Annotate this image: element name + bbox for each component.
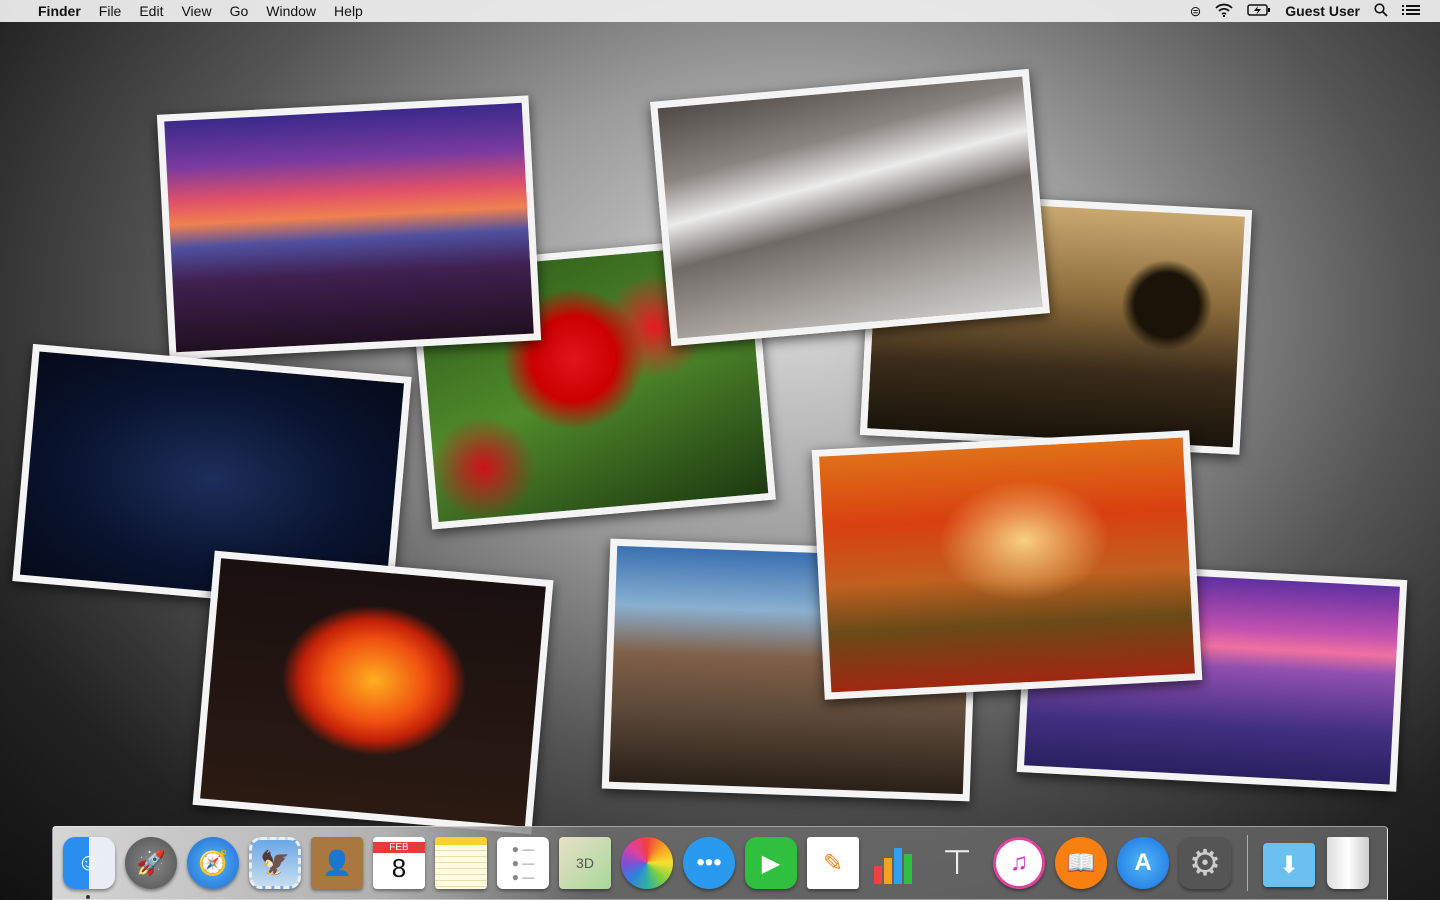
creative-cloud-icon[interactable]: ⊜ xyxy=(1190,3,1202,20)
dock-itunes[interactable]: ♫ xyxy=(993,837,1045,889)
dock-maps[interactable]: 3D xyxy=(559,837,611,889)
dock-mail[interactable]: 🦅 xyxy=(249,837,301,889)
video-camera-icon: ▶ xyxy=(761,849,781,877)
finder-face-icon: ☺ xyxy=(76,849,102,876)
dock: ☺ 🚀 🧭 🦅 👤 FEB 8 ● — ● — ● — 3D ••• ▶ ✎ ⊤ ♫… xyxy=(52,826,1388,900)
chat-bubble-icon: ••• xyxy=(696,849,722,876)
dock-finder[interactable]: ☺ xyxy=(63,837,115,889)
calendar-day: 8 xyxy=(391,853,407,883)
music-note-icon: ♫ xyxy=(1010,849,1028,876)
menu-go[interactable]: Go xyxy=(230,3,249,19)
menu-file[interactable]: File xyxy=(99,3,122,19)
dock-downloads-folder[interactable]: ⬇ xyxy=(1263,843,1315,887)
dock-messages[interactable]: ••• xyxy=(683,837,735,889)
dock-calendar[interactable]: FEB 8 xyxy=(373,837,425,889)
dock-facetime[interactable]: ▶ xyxy=(745,837,797,889)
photo-autumn-forest xyxy=(811,430,1203,700)
gear-icon: ⚙ xyxy=(1188,842,1222,883)
dock-reminders[interactable]: ● — ● — ● — xyxy=(497,837,549,889)
dock-contacts[interactable]: 👤 xyxy=(311,837,363,889)
dock-launchpad[interactable]: 🚀 xyxy=(125,837,177,889)
list-icon: ● — ● — ● — xyxy=(511,842,535,884)
menu-bar: Finder File Edit View Go Window Help ⊜ G… xyxy=(0,0,1440,22)
notification-center-icon[interactable] xyxy=(1402,3,1420,19)
user-menu[interactable]: Guest User xyxy=(1285,3,1360,19)
dock-notes[interactable] xyxy=(435,837,487,889)
dock-safari[interactable]: 🧭 xyxy=(187,837,239,889)
dock-photos[interactable] xyxy=(621,837,673,889)
bar-chart-icon xyxy=(874,848,912,884)
battery-charging-icon[interactable] xyxy=(1247,3,1271,19)
pen-icon: ✎ xyxy=(822,849,844,877)
mail-stamp-icon: 🦅 xyxy=(260,849,290,877)
dock-app-store[interactable]: A xyxy=(1117,837,1169,889)
wifi-icon[interactable] xyxy=(1215,3,1233,20)
contacts-icon: 👤 xyxy=(322,849,352,877)
photo-leaping-fish-wave xyxy=(650,68,1050,347)
podium-icon: ⊤ xyxy=(942,844,972,882)
compass-icon: 🧭 xyxy=(198,849,228,877)
dock-trash[interactable] xyxy=(1327,837,1369,889)
download-arrow-icon: ⬇ xyxy=(1278,851,1300,879)
calendar-month: FEB xyxy=(373,842,425,853)
app-store-a-icon: A xyxy=(1134,849,1152,876)
dock-separator xyxy=(1247,835,1248,891)
dock-system-preferences[interactable]: ⚙ xyxy=(1179,837,1231,889)
running-indicator xyxy=(86,895,90,899)
menu-help[interactable]: Help xyxy=(334,3,363,19)
map-icon: 3D xyxy=(576,855,594,871)
dock-numbers[interactable] xyxy=(869,837,921,889)
menu-app-name[interactable]: Finder xyxy=(38,3,81,19)
dock-keynote[interactable]: ⊤ xyxy=(931,837,983,889)
dock-ibooks[interactable]: 📖 xyxy=(1055,837,1107,889)
photo-orange-tulip xyxy=(192,550,554,835)
menu-view[interactable]: View xyxy=(181,3,211,19)
menu-edit[interactable]: Edit xyxy=(139,3,163,19)
book-icon: 📖 xyxy=(1066,849,1096,877)
menu-window[interactable]: Window xyxy=(266,3,316,19)
spotlight-search-icon[interactable] xyxy=(1374,2,1388,20)
dock-pages[interactable]: ✎ xyxy=(807,837,859,889)
photo-sunset-beach xyxy=(156,95,542,360)
rocket-icon: 🚀 xyxy=(136,849,166,877)
